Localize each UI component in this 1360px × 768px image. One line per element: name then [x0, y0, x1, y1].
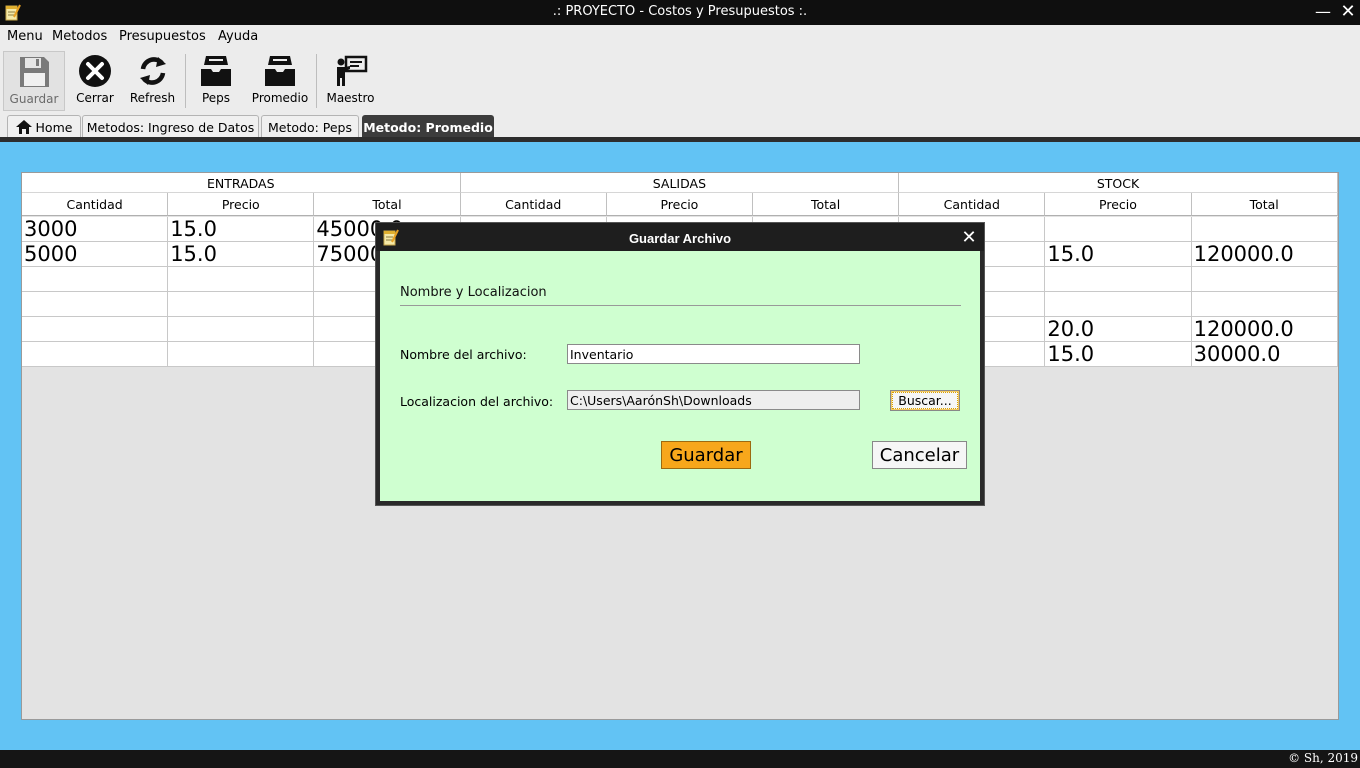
column-header[interactable]: Cantidad [899, 193, 1046, 216]
table-cell[interactable] [22, 292, 169, 317]
table-cell[interactable] [168, 267, 315, 292]
status-bar: © Sh, 2019 [0, 750, 1360, 768]
tab-ingreso-de-datos[interactable]: Metodos: Ingreso de Datos [82, 115, 259, 138]
refresh-icon [139, 57, 166, 85]
menu-item-menu[interactable]: Menu [7, 29, 43, 44]
column-header[interactable]: Total [753, 193, 900, 216]
table-cell[interactable]: 15.0 [168, 217, 315, 242]
dialog-guardar-button[interactable]: Guardar [661, 441, 751, 469]
table-cell[interactable] [22, 267, 169, 292]
guardar-label: Guardar [9, 92, 59, 106]
menu-bar: Menu Metodos Presupuestos Ayuda [0, 25, 1360, 49]
guardar-button[interactable]: Guardar [3, 51, 65, 111]
peps-button[interactable]: Peps [192, 51, 240, 111]
tab-peps[interactable]: Metodo: Peps [261, 115, 359, 138]
refresh-label: Refresh [129, 91, 176, 105]
table-cell[interactable]: 15.0 [168, 242, 315, 267]
nombre-archivo-input[interactable] [567, 344, 860, 364]
nombre-label: Nombre del archivo: [400, 347, 527, 362]
column-header[interactable]: Precio [1045, 193, 1192, 216]
window-close-button[interactable]: ✕ [1337, 2, 1359, 22]
table-cell[interactable]: 20.0 [1045, 317, 1192, 342]
table-cell[interactable]: 30000.0 [1191, 342, 1338, 367]
column-group-header: STOCK [899, 173, 1338, 193]
minimize-button[interactable]: — [1312, 2, 1334, 22]
toolbar: Guardar Cerrar Refresh Peps Promedio Mae… [0, 49, 1360, 113]
toolbar-separator [316, 54, 317, 108]
table-cell[interactable] [22, 342, 169, 367]
toolbar-separator [185, 54, 186, 108]
dialog-titlebar: Guardar Archivo ✕ [376, 223, 984, 251]
inbox-tray-icon [265, 56, 295, 86]
copyright-text: © Sh, 2019 [1288, 751, 1358, 765]
table-cell[interactable] [168, 342, 315, 367]
cerrar-label: Cerrar [76, 91, 114, 105]
tab-home[interactable]: Home [7, 115, 81, 138]
close-circle-icon [79, 55, 111, 87]
table-cell[interactable] [1045, 292, 1192, 317]
table-cell[interactable]: 15.0 [1045, 242, 1192, 267]
buscar-button[interactable]: Buscar... [890, 390, 960, 411]
cerrar-button[interactable]: Cerrar [70, 51, 120, 111]
section-divider [400, 305, 961, 306]
dialog-cancelar-button[interactable]: Cancelar [872, 441, 967, 469]
localizacion-label: Localizacion del archivo: [400, 394, 554, 409]
guardar-archivo-dialog: Guardar Archivo ✕ Nombre y Localizacion … [375, 222, 985, 506]
floppy-disk-icon [20, 57, 49, 87]
tab-promedio[interactable]: Metodo: Promedio [362, 115, 494, 138]
table-cell[interactable] [1191, 267, 1338, 292]
dialog-body: Nombre y Localizacion Nombre del archivo… [380, 251, 980, 501]
table-cell[interactable]: 3000 [22, 217, 169, 242]
table-cell[interactable] [1045, 217, 1192, 242]
column-header[interactable]: Total [314, 193, 461, 216]
column-header[interactable]: Total [1191, 193, 1338, 216]
promedio-button[interactable]: Promedio [248, 51, 312, 111]
peps-label: Peps [201, 91, 231, 105]
maestro-button[interactable]: Maestro [323, 51, 378, 111]
column-group-header: ENTRADAS [22, 173, 461, 193]
presenter-board-icon [336, 55, 367, 86]
column-header[interactable]: Cantidad [22, 193, 169, 216]
promedio-label: Promedio [251, 91, 309, 105]
dialog-close-button[interactable]: ✕ [958, 227, 980, 248]
table-cell[interactable]: 120000.0 [1191, 242, 1338, 267]
tab-home-label: Home [35, 120, 73, 135]
inbox-tray-icon [201, 56, 231, 86]
table-cell[interactable] [1191, 217, 1338, 242]
home-icon [15, 120, 32, 134]
menu-item-metodos[interactable]: Metodos [52, 29, 107, 44]
table-cell[interactable] [22, 317, 169, 342]
column-header[interactable]: Cantidad [460, 193, 607, 216]
column-header[interactable]: Precio [606, 193, 753, 216]
window-title: .: PROYECTO - Costos y Presupuestos :. [552, 4, 808, 19]
localizacion-archivo-input[interactable] [567, 390, 860, 410]
window-titlebar: .: PROYECTO - Costos y Presupuestos :. —… [0, 0, 1360, 25]
table-cell[interactable]: 5000 [22, 242, 169, 267]
table-cell[interactable] [1191, 292, 1338, 317]
column-header[interactable]: Precio [168, 193, 315, 216]
table-cell[interactable] [168, 317, 315, 342]
table-cell[interactable]: 15.0 [1045, 342, 1192, 367]
table-cell[interactable]: 120000.0 [1191, 317, 1338, 342]
column-group-header: SALIDAS [460, 173, 900, 193]
maestro-label: Maestro [326, 91, 375, 105]
refresh-button[interactable]: Refresh [125, 51, 180, 111]
table-cell[interactable] [1045, 267, 1192, 292]
section-title: Nombre y Localizacion [400, 285, 547, 300]
tab-bar: Home Metodos: Ingreso de Datos Metodo: P… [0, 113, 1360, 138]
dialog-title: Guardar Archivo [628, 231, 732, 246]
menu-item-presupuestos[interactable]: Presupuestos [119, 29, 206, 44]
table-cell[interactable] [168, 292, 315, 317]
menu-item-ayuda[interactable]: Ayuda [218, 29, 258, 44]
